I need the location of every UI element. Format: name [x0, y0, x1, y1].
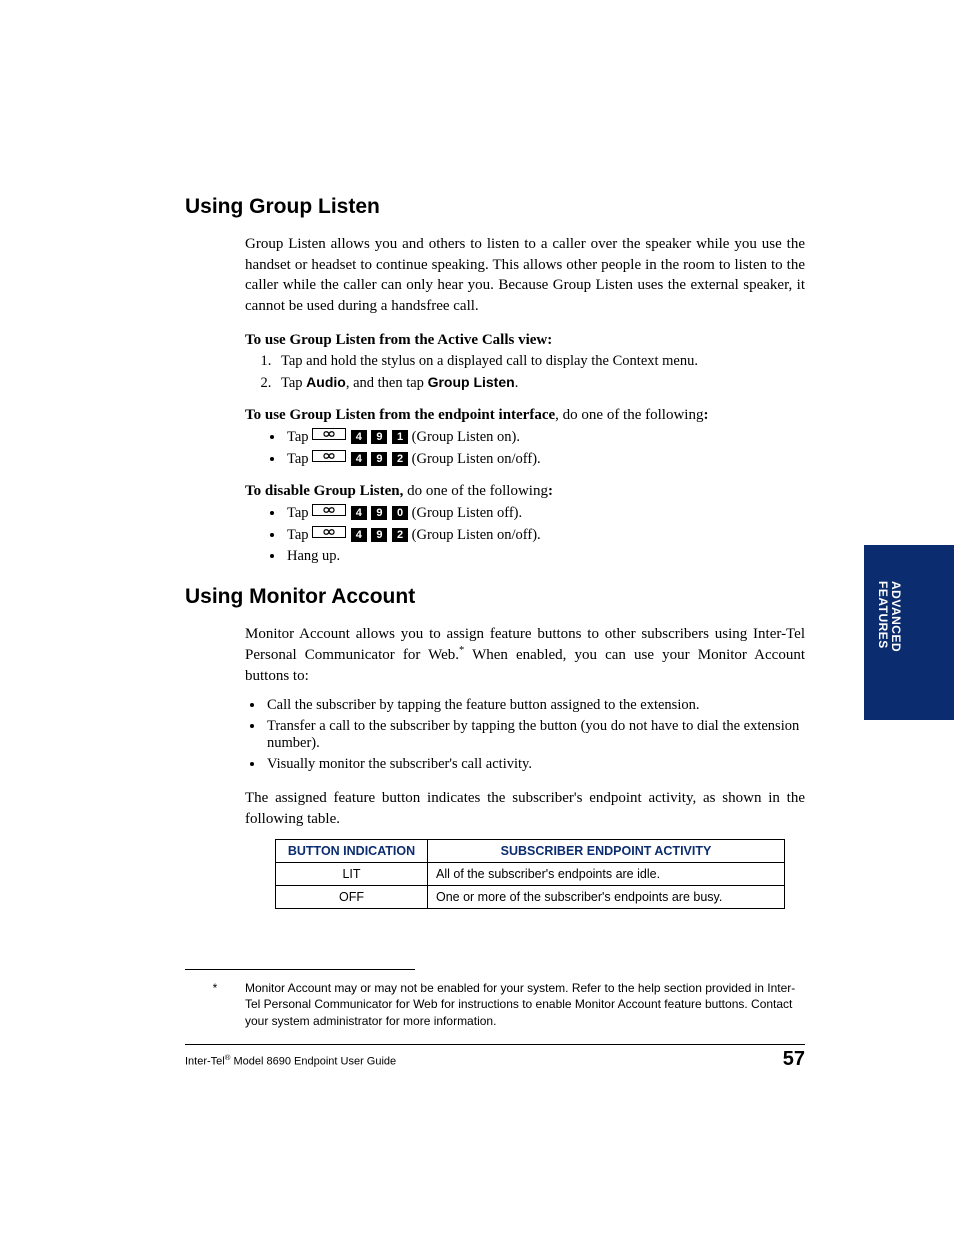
footnote-separator	[185, 969, 415, 970]
key-9: 9	[371, 430, 387, 444]
gl-onoff: (Group Listen on/off).	[412, 451, 541, 467]
td-lit-desc: All of the subscriber's endpoints are id…	[428, 863, 785, 886]
monitor-b2: Transfer a call to the subscriber by tap…	[265, 718, 805, 752]
td-off-desc: One or more of the subscriber's endpoint…	[428, 886, 785, 909]
step2-post: .	[515, 375, 519, 391]
footnote-mark: *	[185, 980, 245, 1029]
footer-pre: Inter-Tel	[185, 1056, 225, 1068]
key-9: 9	[371, 452, 387, 466]
key-1: 1	[392, 430, 408, 444]
infinity-key-icon	[312, 450, 346, 462]
sub-endpoint-b: To use Group Listen from the endpoint in…	[245, 407, 555, 423]
disable-off: Tap 4 9 0 (Group Listen off).	[285, 504, 805, 522]
sub-disable-rest: do one of the following	[407, 483, 548, 499]
active-calls-steps: Tap and hold the stylus on a displayed c…	[275, 353, 805, 392]
td-lit: LIT	[276, 863, 428, 886]
heading-group-listen: Using Group Listen	[185, 195, 805, 219]
sub-endpoint: To use Group Listen from the endpoint in…	[245, 407, 805, 424]
disable-onoff: Tap 4 9 2 (Group Listen on/off).	[285, 526, 805, 544]
infinity-key-icon	[312, 526, 346, 538]
infinity-key-icon	[312, 428, 346, 440]
tap-pre-3: Tap	[287, 505, 312, 521]
monitor-bullets: Call the subscriber by tapping the featu…	[265, 697, 805, 773]
step2-audio: Audio	[306, 374, 346, 390]
heading-monitor-account: Using Monitor Account	[185, 585, 805, 609]
page-number: 57	[783, 1048, 805, 1071]
tap-pre-4: Tap	[287, 527, 312, 543]
disable-hangup: Hang up.	[285, 548, 805, 565]
monitor-b1: Call the subscriber by tapping the featu…	[265, 697, 805, 714]
page-content: Using Group Listen Group Listen allows y…	[185, 195, 805, 1029]
td-off: OFF	[276, 886, 428, 909]
sub-disable: To disable Group Listen, do one of the f…	[245, 483, 805, 500]
tap-pre-1: Tap	[287, 429, 312, 445]
sub-disable-colon: :	[548, 483, 553, 499]
section-tab-text: ADVANCED FEATURES	[876, 581, 902, 652]
gl-on: (Group Listen on).	[412, 429, 520, 445]
step-1: Tap and hold the stylus on a displayed c…	[275, 353, 805, 370]
step2-gl: Group Listen	[428, 374, 515, 390]
endpoint-onoff: Tap 4 9 2 (Group Listen on/off).	[285, 450, 805, 468]
footnote: * Monitor Account may or may not be enab…	[185, 980, 805, 1029]
side-tab-l2: FEATURES	[876, 581, 890, 649]
key-4: 4	[351, 528, 367, 542]
footer-post: Model 8690 Endpoint User Guide	[230, 1056, 396, 1068]
sub-endpoint-colon: :	[703, 407, 708, 423]
monitor-intro: Monitor Account allows you to assign fea…	[245, 624, 805, 687]
infinity-key-icon	[312, 504, 346, 516]
page-footer: Inter-Tel® Model 8690 Endpoint User Guid…	[185, 1044, 805, 1071]
sub-active-calls: To use Group Listen from the Active Call…	[245, 332, 805, 349]
key-4: 4	[351, 430, 367, 444]
key-2: 2	[392, 528, 408, 542]
step-2: Tap Audio, and then tap Group Listen.	[275, 374, 805, 392]
key-9: 9	[371, 528, 387, 542]
sub-endpoint-rest: , do one of the following	[555, 407, 703, 423]
disable-list: Tap 4 9 0 (Group Listen off). Tap 4 9 2 …	[285, 504, 805, 565]
side-tab-l1: ADVANCED	[889, 581, 903, 652]
group-listen-intro: Group Listen allows you and others to li…	[245, 234, 805, 317]
tap-pre-2: Tap	[287, 451, 312, 467]
sub-disable-b: To disable Group Listen,	[245, 483, 407, 499]
key-9: 9	[371, 506, 387, 520]
monitor-b3: Visually monitor the subscriber's call a…	[265, 756, 805, 773]
key-2: 2	[392, 452, 408, 466]
step2-mid: , and then tap	[346, 375, 428, 391]
key-0: 0	[392, 506, 408, 520]
key-4: 4	[351, 452, 367, 466]
footnote-text: Monitor Account may or may not be enable…	[245, 980, 805, 1029]
gl-onoff-2: (Group Listen on/off).	[412, 527, 541, 543]
th-activity: SUBSCRIBER ENDPOINT ACTIVITY	[428, 840, 785, 863]
key-4: 4	[351, 506, 367, 520]
section-tab: ADVANCED FEATURES	[864, 545, 954, 720]
step2-pre: Tap	[281, 375, 306, 391]
gl-off: (Group Listen off).	[412, 505, 522, 521]
th-indication: BUTTON INDICATION	[276, 840, 428, 863]
monitor-post: The assigned feature button indicates th…	[245, 788, 805, 829]
endpoint-list: Tap 4 9 1 (Group Listen on). Tap 4 9 2 (…	[285, 428, 805, 468]
activity-table: BUTTON INDICATION SUBSCRIBER ENDPOINT AC…	[275, 839, 785, 909]
endpoint-on: Tap 4 9 1 (Group Listen on).	[285, 428, 805, 446]
footer-guide-title: Inter-Tel® Model 8690 Endpoint User Guid…	[185, 1053, 396, 1068]
